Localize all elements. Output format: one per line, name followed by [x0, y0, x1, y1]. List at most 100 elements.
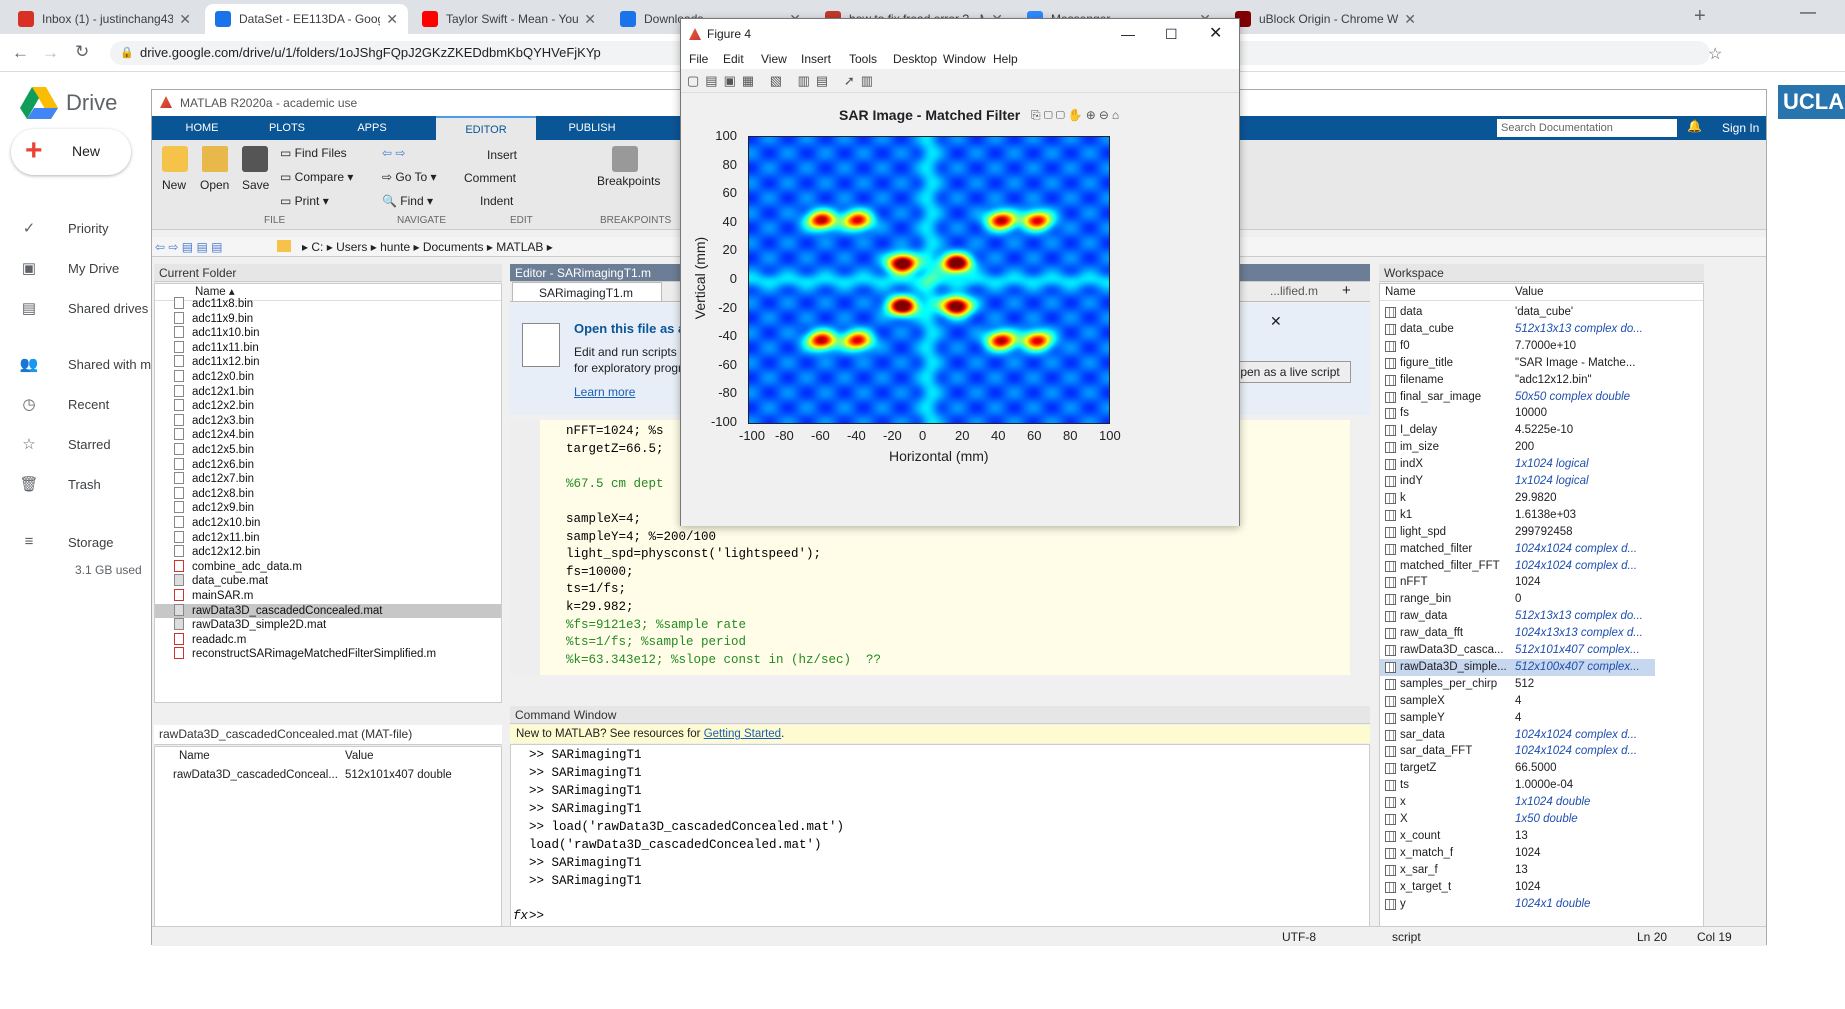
workspace-row[interactable]: filename "adc12x12.bin": [1380, 372, 1655, 389]
path-crumb[interactable]: hunte: [380, 240, 410, 254]
workspace-row[interactable]: nFFT 1024: [1380, 574, 1655, 591]
workspace-row[interactable]: im_size 200: [1380, 439, 1655, 456]
figure-menu-item[interactable]: Help: [993, 52, 1018, 66]
tab-plots[interactable]: PLOTS: [247, 116, 327, 140]
figure-menu-item[interactable]: Window: [943, 52, 986, 66]
workspace-row[interactable]: fs 10000: [1380, 405, 1655, 422]
path-crumb[interactable]: C:: [311, 240, 323, 254]
file-row[interactable]: rawData3D_simple2D.mat: [155, 618, 501, 633]
compare-button[interactable]: ▭ Compare ▾: [280, 170, 353, 184]
workspace-row[interactable]: x_sar_f 13: [1380, 862, 1655, 879]
learn-more-link[interactable]: Learn more: [574, 385, 635, 399]
workspace-row[interactable]: sampleX 4: [1380, 693, 1655, 710]
workspace-row[interactable]: light_spd 299792458: [1380, 524, 1655, 541]
workspace-row[interactable]: x_count 13: [1380, 828, 1655, 845]
workspace-row[interactable]: indX 1x1024 logical: [1380, 456, 1655, 473]
add-tab-icon[interactable]: +: [1342, 282, 1351, 299]
file-row[interactable]: adc11x11.bin: [155, 340, 501, 356]
workspace-row[interactable]: f0 7.7000e+10: [1380, 338, 1655, 355]
file-row[interactable]: adc12x10.bin: [155, 516, 501, 531]
workspace-row[interactable]: k1 1.6138e+03: [1380, 507, 1655, 524]
editor-tab-second[interactable]: ...lified.m: [1270, 284, 1318, 298]
new-button[interactable]: + New: [11, 129, 131, 175]
tab-close-icon[interactable]: ✕: [1404, 11, 1416, 28]
save-button[interactable]: Save: [242, 178, 269, 192]
figure-toolbar-icons[interactable]: ▢▤▣▦ ▧ ▥▤ ➚▥: [687, 73, 879, 89]
drive-nav-recent[interactable]: ◷ Recent: [18, 395, 109, 413]
browser-tab[interactable]: Inbox (1) - justinchang4317@gm ✕: [8, 4, 201, 34]
workspace-row[interactable]: raw_data_fft 1024x13x13 complex d...: [1380, 625, 1655, 642]
reload-icon[interactable]: ↻: [75, 42, 89, 62]
file-row[interactable]: adc12x11.bin: [155, 530, 501, 546]
file-row[interactable]: adc12x7.bin: [155, 472, 501, 487]
figure-menu-item[interactable]: View: [761, 52, 787, 66]
figure-menu-item[interactable]: File: [689, 52, 708, 66]
folder-nav-icons[interactable]: ⇦ ⇨ ▤ ▤ ▤: [155, 237, 222, 257]
tab-editor[interactable]: EDITOR: [436, 116, 536, 140]
print-button[interactable]: ▭ Print ▾: [280, 194, 329, 208]
file-row[interactable]: combine_adc_data.m: [155, 559, 501, 575]
workspace-row[interactable]: X 1x50 double: [1380, 811, 1655, 828]
find-files-button[interactable]: ▭ Find Files: [280, 146, 347, 160]
workspace-row[interactable]: x 1x1024 double: [1380, 794, 1655, 811]
getting-started-link[interactable]: Getting Started: [704, 728, 781, 740]
workspace-row[interactable]: data 'data_cube': [1380, 304, 1655, 321]
browser-tab[interactable]: DataSet - EE113DA - Google Driv ✕: [205, 4, 408, 34]
drive-nav-shared-drives[interactable]: ▤ Shared drives: [18, 299, 148, 317]
file-row[interactable]: adc11x10.bin: [155, 326, 501, 341]
detail-row-name[interactable]: rawData3D_cascadedConceal...: [173, 769, 338, 781]
close-banner-icon[interactable]: ✕: [1270, 313, 1282, 330]
minimize-window-icon[interactable]: —: [1800, 4, 1816, 22]
drive-nav-trash[interactable]: 🗑 Trash: [18, 475, 100, 493]
close-icon[interactable]: ✕: [1209, 19, 1222, 49]
workspace-row[interactable]: x_target_t 1024: [1380, 879, 1655, 896]
workspace-row[interactable]: sampleY 4: [1380, 710, 1655, 727]
figure-menu-item[interactable]: Insert: [801, 52, 831, 66]
file-row[interactable]: adc12x8.bin: [155, 486, 501, 502]
file-row[interactable]: adc12x4.bin: [155, 428, 501, 443]
file-row[interactable]: data_cube.mat: [155, 574, 501, 589]
back-forward-icon[interactable]: ⇦ ⇨: [382, 146, 405, 160]
figure-menu-item[interactable]: Desktop: [893, 52, 937, 66]
file-row[interactable]: adc12x9.bin: [155, 501, 501, 516]
file-row[interactable]: adc12x3.bin: [155, 413, 501, 429]
workspace-row[interactable]: matched_filter_FFT 1024x1024 complex d...: [1380, 558, 1655, 575]
search-documentation-input[interactable]: Search Documentation: [1497, 119, 1677, 137]
workspace-row[interactable]: sar_data 1024x1024 complex d...: [1380, 727, 1655, 744]
workspace-row[interactable]: raw_data 512x13x13 complex do...: [1380, 608, 1655, 625]
tab-close-icon[interactable]: ✕: [386, 11, 398, 28]
file-detail-header[interactable]: rawData3D_cascadedConcealed.mat (MAT-fil…: [154, 725, 502, 745]
forward-icon[interactable]: →: [42, 43, 59, 63]
path-crumb[interactable]: Documents: [423, 240, 484, 254]
find-button[interactable]: 🔍 Find ▾: [382, 194, 433, 208]
workspace-row[interactable]: range_bin 0: [1380, 591, 1655, 608]
workspace-row[interactable]: matched_filter 1024x1024 complex d...: [1380, 541, 1655, 558]
breakpoints-button[interactable]: Breakpoints: [597, 174, 660, 188]
workspace-row[interactable]: figure_title "SAR Image - Matche...: [1380, 355, 1655, 372]
tab-close-icon[interactable]: ✕: [179, 11, 191, 28]
workspace-row[interactable]: targetZ 66.5000: [1380, 760, 1655, 777]
file-row[interactable]: adc12x1.bin: [155, 384, 501, 400]
file-row[interactable]: readadc.m: [155, 632, 501, 648]
workspace-row[interactable]: k 29.9820: [1380, 490, 1655, 507]
back-icon[interactable]: ←: [12, 43, 29, 63]
indent-button[interactable]: Indent: [480, 194, 513, 208]
workspace-row[interactable]: final_sar_image 50x50 complex double: [1380, 389, 1655, 406]
workspace-column-header[interactable]: Name Value: [1380, 284, 1703, 301]
command-window[interactable]: >> SARimagingT1 >> SARimagingT1 >> SARimag…: [510, 744, 1370, 929]
new-button[interactable]: New: [162, 178, 186, 192]
comment-button[interactable]: Comment: [464, 171, 516, 185]
open-button[interactable]: Open: [200, 178, 229, 192]
tab-home[interactable]: HOME: [162, 116, 242, 140]
file-row[interactable]: reconstructSARimageMatchedFilterSimplifi…: [155, 647, 501, 662]
sar-heatmap[interactable]: [748, 136, 1110, 424]
file-row[interactable]: adc11x9.bin: [155, 311, 501, 327]
command-prompt[interactable]: >>: [529, 909, 544, 923]
file-row[interactable]: adc12x12.bin: [155, 545, 501, 560]
drive-nav-shared-with-me[interactable]: 👥 Shared with me: [18, 355, 159, 373]
drive-nav-starred[interactable]: ☆ Starred: [18, 435, 110, 453]
maximize-icon[interactable]: ☐: [1165, 19, 1178, 49]
file-row[interactable]: adc12x6.bin: [155, 457, 501, 473]
tab-apps[interactable]: APPS: [332, 116, 412, 140]
drive-nav-storage[interactable]: ≡ Storage: [18, 533, 114, 551]
